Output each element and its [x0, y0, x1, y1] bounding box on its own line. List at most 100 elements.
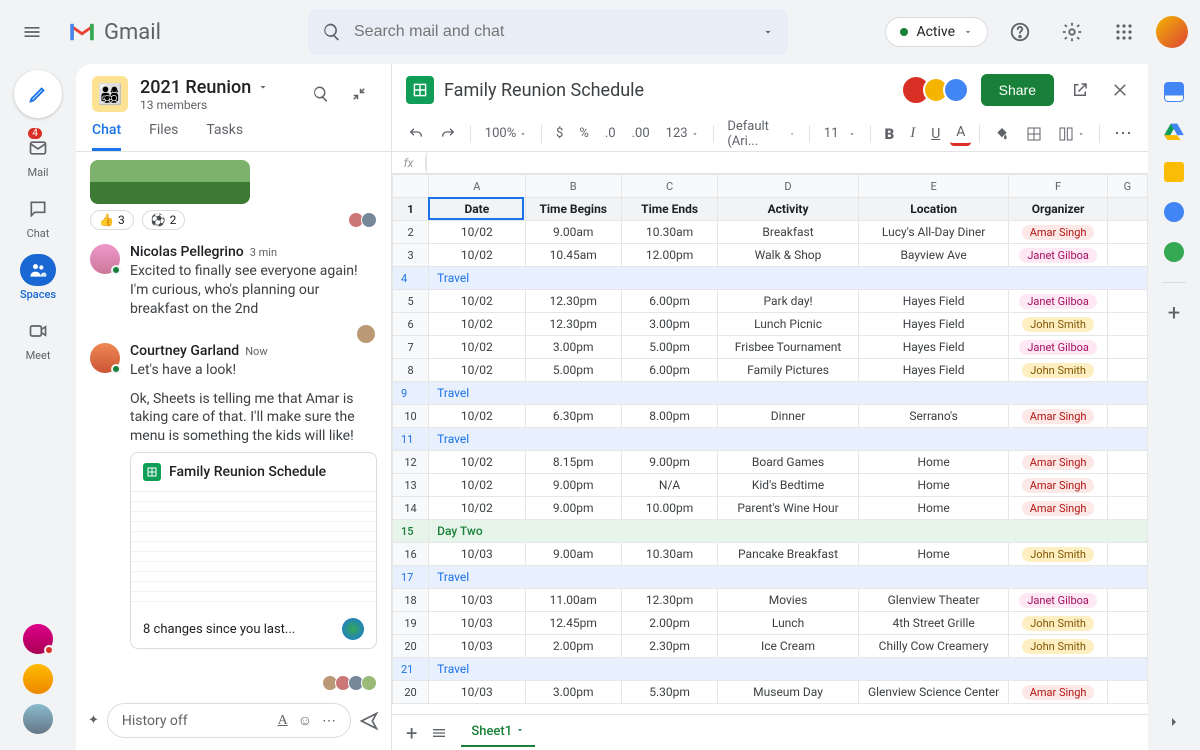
row-header[interactable]: 20	[393, 681, 429, 704]
cell[interactable]: Board Games	[718, 451, 859, 474]
search-box[interactable]	[308, 9, 788, 55]
cell[interactable]: Amar Singh	[1009, 681, 1107, 704]
all-sheets-icon[interactable]	[431, 725, 447, 741]
cell[interactable]: 6.00pm	[621, 290, 717, 313]
cell[interactable]: John Smith	[1009, 359, 1107, 382]
row-header[interactable]: 15	[393, 520, 429, 543]
cell[interactable]: Amar Singh	[1009, 405, 1107, 428]
cell[interactable]: Frisbee Tournament	[718, 336, 859, 359]
cell[interactable]: Janet Gilboa	[1009, 589, 1107, 612]
bold-icon[interactable]: B	[879, 121, 901, 147]
cell[interactable]: Museum Day	[718, 681, 859, 704]
cell[interactable]: 10/02	[429, 290, 525, 313]
rail-item-mail[interactable]: 4 Mail	[20, 132, 56, 179]
cell[interactable]: Kid's Bedtime	[718, 474, 859, 497]
cell[interactable]: Chilly Cow Creamery	[858, 635, 1009, 658]
travel-cell[interactable]: Travel	[429, 658, 1148, 681]
column-header[interactable]: D	[718, 175, 859, 198]
cell[interactable]: Pancake Breakfast	[718, 543, 859, 566]
cell[interactable]: Glenview Theater	[858, 589, 1009, 612]
chat-compose-input[interactable]: History off A ☺ ⋯	[107, 703, 351, 738]
rail-avatar[interactable]	[23, 704, 53, 734]
toolbar-more-icon[interactable]: ⋯	[1108, 119, 1138, 148]
cell[interactable]: Hayes Field	[858, 336, 1009, 359]
cell[interactable]: 10/03	[429, 589, 525, 612]
column-header[interactable]: F	[1009, 175, 1107, 198]
cell[interactable]: Park day!	[718, 290, 859, 313]
cell[interactable]: Janet Gilboa	[1009, 336, 1107, 359]
column-header[interactable]: E	[858, 175, 1009, 198]
merge-cells-icon[interactable]	[1052, 122, 1091, 146]
rail-avatar[interactable]	[23, 664, 53, 694]
travel-cell[interactable]: Travel	[429, 267, 1148, 290]
column-header[interactable]: C	[621, 175, 717, 198]
cell[interactable]: Hayes Field	[858, 290, 1009, 313]
cell[interactable]	[1107, 244, 1147, 267]
cell[interactable]: 5.00pm	[525, 359, 621, 382]
column-header[interactable]: A	[429, 175, 525, 198]
cell[interactable]: Amar Singh	[1009, 221, 1107, 244]
cell[interactable]: 10/02	[429, 405, 525, 428]
cell[interactable]: Hayes Field	[858, 359, 1009, 382]
row-header[interactable]: 7	[393, 336, 429, 359]
cell[interactable]	[1107, 405, 1147, 428]
cell[interactable]: 10/02	[429, 336, 525, 359]
cell[interactable]: 10/03	[429, 543, 525, 566]
keep-addon-icon[interactable]	[1164, 162, 1184, 182]
cell[interactable]: 3.00pm	[621, 313, 717, 336]
tasks-addon-icon[interactable]	[1164, 202, 1184, 222]
number-format-dropdown[interactable]: 123	[660, 122, 705, 145]
percent-icon[interactable]: %	[573, 122, 595, 145]
cell[interactable]: 9.00pm	[525, 474, 621, 497]
cell[interactable]: 9.00am	[525, 221, 621, 244]
cell[interactable]: Home	[858, 497, 1009, 520]
cell[interactable]: John Smith	[1009, 635, 1107, 658]
cell[interactable]: Home	[858, 543, 1009, 566]
cell[interactable]: Janet Gilboa	[1009, 244, 1107, 267]
cell[interactable]: 12.00pm	[621, 244, 717, 267]
space-title-dropdown[interactable]: 2021 Reunion	[140, 77, 269, 98]
cell[interactable]	[1107, 474, 1147, 497]
cell[interactable]: 12.30pm	[621, 589, 717, 612]
share-button[interactable]: Share	[981, 74, 1054, 106]
cell[interactable]	[1107, 543, 1147, 566]
row-header[interactable]: 18	[393, 589, 429, 612]
cell[interactable]: 2.00pm	[525, 635, 621, 658]
row-header[interactable]: 1	[393, 198, 429, 221]
cell[interactable]: 2.30pm	[621, 635, 717, 658]
borders-icon[interactable]	[1020, 122, 1048, 146]
cell[interactable]: Janet Gilboa	[1009, 290, 1107, 313]
cell[interactable]: Home	[858, 474, 1009, 497]
cell[interactable]: Family Pictures	[718, 359, 859, 382]
cell[interactable]	[1107, 635, 1147, 658]
status-chip[interactable]: Active	[885, 17, 988, 47]
space-search-icon[interactable]	[305, 78, 337, 110]
cell[interactable]: 10/03	[429, 681, 525, 704]
get-addons-icon[interactable]: +	[1164, 303, 1184, 323]
corner-cell[interactable]	[393, 175, 429, 198]
collapse-icon[interactable]	[343, 78, 375, 110]
cell[interactable]	[1107, 313, 1147, 336]
cell[interactable]	[1107, 359, 1147, 382]
travel-cell[interactable]: Travel	[429, 428, 1148, 451]
main-menu-icon[interactable]	[12, 12, 52, 52]
reaction-chip[interactable]: ⚽2	[142, 210, 186, 230]
undo-icon[interactable]	[402, 122, 430, 146]
rail-item-meet[interactable]: Meet	[20, 315, 56, 362]
cell[interactable]: 10/02	[429, 497, 525, 520]
italic-icon[interactable]: I	[904, 121, 921, 146]
row-header[interactable]: 21	[393, 658, 429, 681]
settings-gear-icon[interactable]	[1052, 12, 1092, 52]
cell[interactable]	[1107, 497, 1147, 520]
cell[interactable]: 2.00pm	[621, 612, 717, 635]
header-cell[interactable]: Organizer	[1009, 198, 1107, 221]
font-size-dropdown[interactable]: 11	[818, 122, 862, 145]
header-cell[interactable]: Time Ends	[621, 198, 717, 221]
row-header[interactable]: 10	[393, 405, 429, 428]
cell[interactable]: 10/02	[429, 221, 525, 244]
row-header[interactable]: 4	[393, 267, 429, 290]
document-title[interactable]: Family Reunion Schedule	[444, 80, 644, 101]
cell[interactable]: Hayes Field	[858, 313, 1009, 336]
row-header[interactable]: 11	[393, 428, 429, 451]
cell[interactable]: Glenview Science Center	[858, 681, 1009, 704]
